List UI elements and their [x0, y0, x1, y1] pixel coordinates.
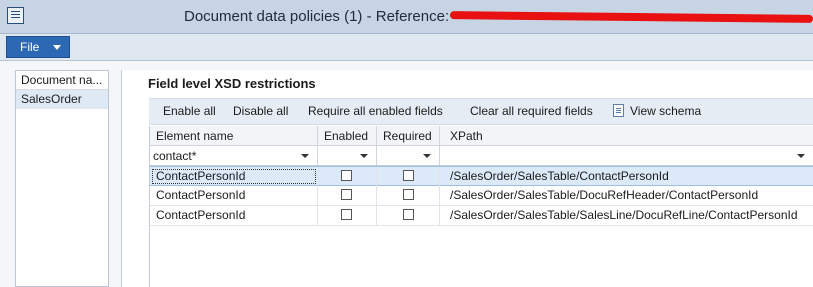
required-checkbox[interactable] [403, 170, 414, 181]
disable-all-button[interactable]: Disable all [233, 104, 288, 118]
xpath-cell[interactable]: /SalesOrder/SalesTable/SalesLine/DocuRef… [440, 206, 813, 225]
required-checkbox[interactable] [403, 189, 414, 200]
column-header-enabled[interactable]: Enabled [318, 126, 377, 146]
dropdown-arrow-icon[interactable] [423, 154, 431, 158]
dropdown-arrow-icon[interactable] [301, 154, 309, 158]
enabled-checkbox[interactable] [341, 170, 352, 181]
fields-grid: Element name Enabled Required XPath cont… [149, 126, 813, 287]
element-name-cell[interactable]: ContactPersonId [150, 186, 318, 205]
required-cell [377, 167, 440, 186]
xpath-cell[interactable]: /SalesOrder/SalesTable/ContactPersonId [440, 167, 813, 186]
table-row[interactable]: ContactPersonId /SalesOrder/SalesTable/C… [150, 166, 813, 186]
app-icon[interactable] [7, 7, 24, 24]
view-schema-icon[interactable] [613, 104, 624, 117]
document-list-item[interactable]: SalesOrder [16, 90, 108, 109]
element-name-cell[interactable]: ContactPersonId [150, 206, 318, 225]
view-schema-button[interactable]: View schema [630, 104, 701, 118]
enabled-cell [318, 167, 377, 186]
required-filter[interactable] [377, 146, 440, 166]
enabled-cell [318, 186, 377, 205]
field-restrictions-panel: Field level XSD restrictions Enable all … [122, 70, 813, 287]
chevron-down-icon [53, 45, 61, 50]
document-list: Document na... SalesOrder [15, 70, 109, 287]
clear-required-button[interactable]: Clear all required fields [470, 104, 593, 118]
window-title: Document data policies (1) - Reference: [184, 8, 450, 25]
xpath-filter[interactable] [440, 146, 813, 166]
enable-all-button[interactable]: Enable all [163, 104, 216, 118]
element-name-filter[interactable]: contact* [150, 146, 318, 166]
table-row[interactable]: ContactPersonId /SalesOrder/SalesTable/D… [150, 186, 813, 206]
element-name-filter-value: contact* [153, 149, 197, 163]
element-name-cell[interactable]: ContactPersonId [150, 167, 318, 186]
column-header-xpath[interactable]: XPath [440, 126, 813, 146]
file-button[interactable]: File [6, 36, 70, 58]
enabled-filter[interactable] [318, 146, 377, 166]
enabled-checkbox[interactable] [341, 209, 352, 220]
redaction-mark [449, 11, 813, 23]
enabled-cell [318, 206, 377, 225]
dropdown-arrow-icon[interactable] [797, 154, 805, 158]
document-list-header[interactable]: Document na... [16, 71, 108, 90]
enabled-checkbox[interactable] [341, 189, 352, 200]
required-cell [377, 206, 440, 225]
required-cell [377, 186, 440, 205]
dropdown-arrow-icon[interactable] [360, 154, 368, 158]
require-all-enabled-button[interactable]: Require all enabled fields [308, 104, 443, 118]
ribbon: File [0, 34, 813, 61]
column-header-element-name[interactable]: Element name [150, 126, 318, 146]
grid-toolbar: Enable all Disable all Require all enabl… [149, 98, 813, 125]
title-bar: Document data policies (1) - Reference: [0, 0, 813, 34]
file-button-label: File [20, 40, 40, 54]
column-header-required[interactable]: Required [377, 126, 440, 146]
table-row[interactable]: ContactPersonId /SalesOrder/SalesTable/S… [150, 206, 813, 226]
xpath-cell[interactable]: /SalesOrder/SalesTable/DocuRefHeader/Con… [440, 186, 813, 205]
required-checkbox[interactable] [403, 209, 414, 220]
section-title: Field level XSD restrictions [148, 76, 316, 91]
